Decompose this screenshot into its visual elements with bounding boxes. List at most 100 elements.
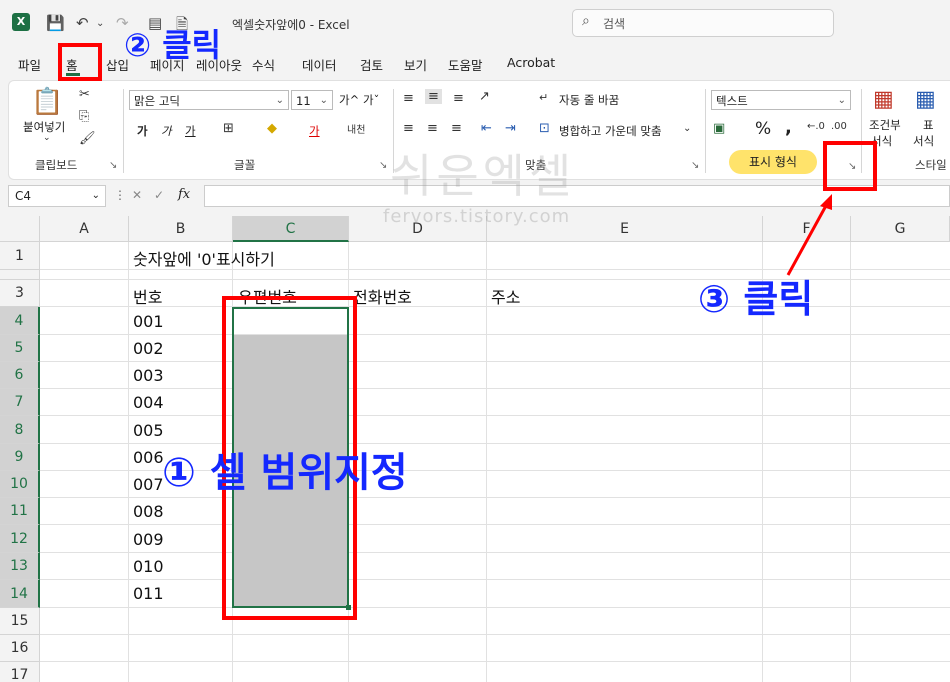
alignment-launcher-icon[interactable]: ↘ bbox=[691, 160, 699, 171]
row-header-selected[interactable]: 9 bbox=[0, 444, 40, 471]
decrease-indent-icon[interactable]: ⇤ bbox=[481, 121, 492, 136]
search-box[interactable]: ⌕ 검색 bbox=[572, 9, 834, 37]
font-launcher-icon[interactable]: ↘ bbox=[379, 160, 387, 171]
undo-dropdown-icon[interactable]: ⌄ bbox=[96, 18, 104, 29]
row-header-selected[interactable]: 6 bbox=[0, 362, 40, 389]
tab-formulas[interactable]: 수식 bbox=[252, 55, 275, 74]
row-header-selected[interactable]: 7 bbox=[0, 389, 40, 416]
orientation-icon[interactable]: ↗ bbox=[479, 89, 490, 104]
tab-data[interactable]: 데이터 bbox=[302, 55, 337, 74]
row-header-selected[interactable]: 12 bbox=[0, 525, 40, 553]
number-cell[interactable]: 011 bbox=[133, 584, 164, 603]
number-cell[interactable]: 007 bbox=[133, 475, 164, 494]
format-table-icon[interactable]: ▦ bbox=[915, 87, 936, 112]
row-header-selected[interactable]: 8 bbox=[0, 416, 40, 444]
row-header-selected[interactable]: 11 bbox=[0, 498, 40, 525]
row-header[interactable]: 1 bbox=[0, 242, 40, 270]
save-icon[interactable]: 💾 bbox=[46, 14, 65, 32]
number-format-dropdown[interactable]: 텍스트 ⌄ bbox=[711, 90, 851, 110]
number-cell[interactable]: 004 bbox=[133, 393, 164, 412]
increase-font-button[interactable]: 가^ bbox=[339, 92, 359, 108]
phonetic-icon[interactable]: 내천 bbox=[347, 121, 365, 136]
clipboard-launcher-icon[interactable]: ↘ bbox=[109, 160, 117, 171]
percent-button[interactable]: % bbox=[755, 119, 771, 139]
header-cell[interactable]: 주소 bbox=[491, 284, 520, 308]
number-cell[interactable]: 005 bbox=[133, 421, 164, 440]
underline-button[interactable]: 가 bbox=[185, 123, 196, 139]
merge-icon[interactable]: ⊡ bbox=[539, 121, 550, 136]
more-icon[interactable]: ⋮ bbox=[114, 188, 126, 202]
wrap-text-icon[interactable]: ↵ bbox=[539, 91, 548, 104]
number-cell[interactable]: 006 bbox=[133, 448, 164, 467]
tab-review[interactable]: 검토 bbox=[360, 55, 383, 74]
number-group-label: 표시 형식 bbox=[729, 150, 817, 174]
merge-center-button[interactable]: 병합하고 가운데 맞춤 bbox=[559, 123, 662, 139]
row-header-selected[interactable]: 4 bbox=[0, 307, 40, 335]
align-top-icon[interactable]: ≡ bbox=[403, 91, 414, 106]
undo-icon[interactable]: ↶ bbox=[76, 14, 89, 32]
insert-function-icon[interactable]: fx bbox=[178, 187, 190, 202]
tab-view[interactable]: 보기 bbox=[404, 55, 427, 74]
row-header-selected[interactable]: 10 bbox=[0, 471, 40, 498]
row-header[interactable]: 15 bbox=[0, 608, 40, 635]
gridline bbox=[40, 607, 950, 608]
enter-icon[interactable]: ✓ bbox=[154, 188, 164, 202]
row-header[interactable]: 16 bbox=[0, 635, 40, 662]
column-header[interactable]: G bbox=[851, 216, 950, 242]
cancel-icon[interactable]: ✕ bbox=[132, 188, 142, 202]
cut-icon[interactable]: ✂ bbox=[79, 87, 90, 102]
number-cell[interactable]: 002 bbox=[133, 339, 164, 358]
row-header[interactable]: 3 bbox=[0, 280, 40, 307]
row-header-selected[interactable]: 14 bbox=[0, 580, 40, 608]
decrease-decimal-icon[interactable]: .00 bbox=[831, 121, 847, 132]
fill-color-icon[interactable]: ◆ bbox=[267, 121, 277, 136]
row-header-selected[interactable]: 5 bbox=[0, 335, 40, 362]
accounting-format-icon[interactable]: ▣ bbox=[713, 121, 725, 136]
align-middle-icon[interactable]: ≡ bbox=[425, 89, 442, 104]
tab-file[interactable]: 파일 bbox=[18, 55, 41, 74]
italic-button[interactable]: 가 bbox=[161, 123, 172, 139]
column-header-selected[interactable]: C bbox=[233, 216, 349, 242]
paste-icon[interactable]: 📋 bbox=[31, 87, 63, 117]
number-cell[interactable]: 010 bbox=[133, 557, 164, 576]
align-bottom-icon[interactable]: ≡ bbox=[453, 91, 464, 106]
format-table-label[interactable]: 표 bbox=[923, 117, 934, 133]
number-cell[interactable]: 003 bbox=[133, 366, 164, 385]
tab-help[interactable]: 도움말 bbox=[448, 55, 483, 74]
number-cell[interactable]: 009 bbox=[133, 530, 164, 549]
row-header-selected[interactable]: 13 bbox=[0, 553, 40, 580]
select-all-corner[interactable] bbox=[0, 216, 40, 242]
column-header[interactable]: A bbox=[40, 216, 129, 242]
decrease-font-button[interactable]: 가ˇ bbox=[363, 92, 379, 108]
increase-decimal-icon[interactable]: ←.0 bbox=[807, 121, 825, 132]
paste-dropdown-icon[interactable]: ⌄ bbox=[43, 133, 51, 143]
comma-button[interactable]: , bbox=[785, 117, 792, 138]
header-cell[interactable]: 전화번호 bbox=[353, 284, 412, 308]
name-box[interactable]: C4 ⌄ bbox=[8, 185, 106, 207]
wrap-text-button[interactable]: 자동 줄 바꿈 bbox=[559, 92, 619, 108]
title-cell[interactable]: 숫자앞에 '0'표시하기 bbox=[133, 246, 275, 270]
copy-icon[interactable]: ⎘ bbox=[79, 109, 89, 124]
conditional-format-label[interactable]: 조건부 bbox=[869, 117, 901, 133]
chevron-down-icon[interactable]: ⌄ bbox=[683, 123, 691, 134]
tab-acrobat[interactable]: Acrobat bbox=[507, 55, 555, 70]
format-table-label-2[interactable]: 서식 bbox=[913, 133, 934, 149]
align-center-icon[interactable]: ≡ bbox=[427, 121, 438, 136]
align-left-icon[interactable]: ≡ bbox=[403, 121, 414, 136]
font-color-button[interactable]: 가 bbox=[309, 123, 320, 139]
font-size-dropdown[interactable]: 11 ⌄ bbox=[291, 90, 333, 110]
search-placeholder: 검색 bbox=[603, 17, 626, 31]
font-name-dropdown[interactable]: 맑은 고딕 ⌄ bbox=[129, 90, 289, 110]
format-painter-icon[interactable]: 🖌 bbox=[79, 131, 96, 146]
column-header[interactable]: B bbox=[129, 216, 233, 242]
header-cell[interactable]: 번호 bbox=[133, 284, 162, 308]
bold-button[interactable]: 가 bbox=[137, 123, 148, 139]
number-cell[interactable]: 001 bbox=[133, 312, 164, 331]
number-cell[interactable]: 008 bbox=[133, 502, 164, 521]
increase-indent-icon[interactable]: ⇥ bbox=[505, 121, 516, 136]
row-header-hidden[interactable] bbox=[0, 270, 40, 280]
conditional-format-icon[interactable]: ▦ bbox=[873, 87, 894, 112]
align-right-icon[interactable]: ≡ bbox=[451, 121, 462, 136]
border-icon[interactable]: ⊞ bbox=[223, 121, 234, 136]
row-header[interactable]: 17 bbox=[0, 662, 40, 682]
